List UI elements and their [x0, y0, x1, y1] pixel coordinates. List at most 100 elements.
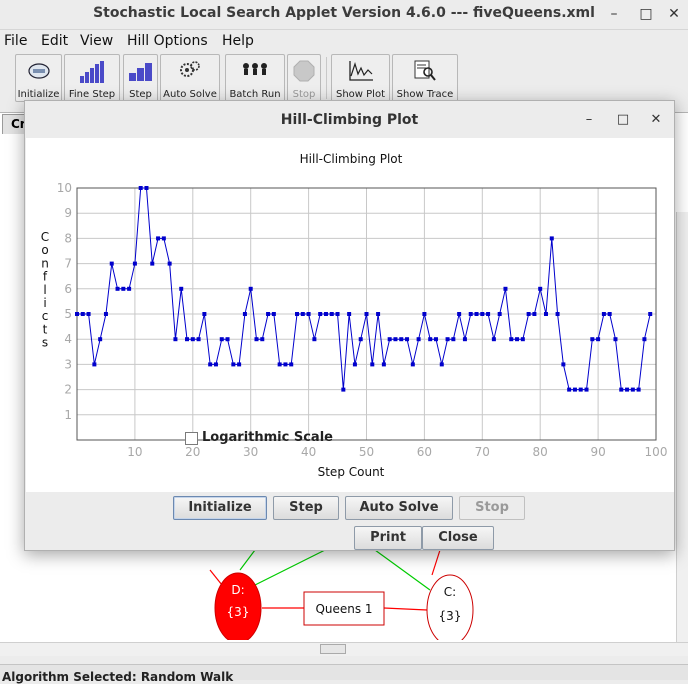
menu-help[interactable]: Help: [222, 33, 254, 49]
y-tick-label: 7: [64, 257, 72, 271]
data-point: [486, 312, 491, 316]
y-tick-label: 8: [64, 231, 72, 245]
auto-solve-tool-button[interactable]: Auto Solve: [160, 54, 220, 102]
x-tick-label: 30: [243, 445, 258, 459]
data-point: [312, 337, 317, 342]
x-tick-label: 10: [127, 445, 142, 459]
y-tick-label: 2: [64, 383, 72, 397]
y-label-letter: n: [41, 256, 49, 270]
auto-solve-button[interactable]: Auto Solve: [345, 496, 453, 520]
x-tick-label: 80: [533, 445, 548, 459]
initialize-button[interactable]: Initialize: [173, 496, 267, 520]
close-icon[interactable]: ✕: [664, 4, 684, 24]
minimize-icon[interactable]: –: [604, 4, 624, 24]
step-icon: [128, 63, 152, 81]
data-point: [428, 337, 433, 342]
data-point: [242, 312, 247, 316]
menu-bar: File Edit View Hill Options Help: [0, 31, 688, 53]
data-point: [329, 312, 334, 316]
data-point: [532, 312, 537, 316]
data-point: [613, 337, 618, 342]
stop-button[interactable]: Stop: [459, 496, 525, 520]
y-label-letter: i: [43, 296, 46, 310]
data-point: [306, 312, 311, 316]
data-point: [538, 286, 543, 291]
initialize-icon: [27, 63, 50, 79]
dialog-maximize-icon[interactable]: □: [612, 109, 634, 131]
dialog-title: Hill-Climbing Plot: [280, 112, 419, 128]
menu-edit[interactable]: Edit: [41, 33, 68, 49]
graph-edge: [383, 607, 428, 611]
y-label-letter: o: [41, 243, 48, 257]
data-point: [347, 312, 352, 316]
data-point: [173, 337, 178, 342]
dialog-close-icon[interactable]: ✕: [645, 109, 667, 131]
data-point: [561, 362, 566, 367]
logarithmic-scale-checkbox[interactable]: [185, 432, 198, 445]
data-point: [196, 337, 201, 342]
menu-view[interactable]: View: [80, 33, 113, 49]
data-point: [381, 362, 386, 367]
y-tick-label: 1: [64, 408, 72, 422]
data-point: [144, 186, 149, 190]
data-point: [439, 362, 444, 367]
step-tool-button[interactable]: Step: [123, 54, 158, 102]
graph-edge: [254, 549, 326, 586]
data-point: [127, 286, 132, 291]
stop-tool-button[interactable]: Stop: [287, 54, 321, 102]
chart-ticks: 10 20 30 40 50 60 70 80 90 100 1 2 3 4 5 6 7 8 9 10: [57, 181, 668, 459]
show-trace-tool-button[interactable]: Show Trace: [392, 54, 458, 102]
initialize-tool-button[interactable]: Initialize: [15, 54, 62, 102]
data-point: [208, 362, 213, 367]
fine-step-tool-button[interactable]: Fine Step: [64, 54, 120, 102]
data-point: [318, 312, 323, 316]
data-point: [457, 312, 462, 316]
data-point: [289, 362, 294, 367]
data-point: [625, 387, 630, 392]
data-point: [555, 312, 560, 316]
data-point: [341, 387, 346, 392]
data-point: [323, 312, 328, 316]
step-button[interactable]: Step: [273, 496, 339, 520]
dialog-minimize-icon[interactable]: –: [578, 109, 600, 131]
data-point: [578, 387, 583, 392]
data-point: [515, 337, 520, 342]
vertical-scrollbar[interactable]: [676, 212, 688, 642]
show-plot-tool-button[interactable]: Show Plot: [331, 54, 390, 102]
data-point: [103, 312, 108, 316]
maximize-icon[interactable]: □: [636, 4, 656, 24]
menu-hill-options[interactable]: Hill Options: [127, 33, 208, 49]
data-point: [352, 362, 357, 367]
data-point: [358, 337, 363, 342]
data-point: [474, 312, 479, 316]
node-d-name: D:: [231, 583, 244, 597]
y-tick-label: 6: [64, 282, 72, 296]
scrollbar-thumb[interactable]: [320, 644, 346, 654]
data-point: [300, 312, 305, 316]
stop-icon: [293, 60, 315, 82]
close-button[interactable]: Close: [422, 526, 494, 550]
toolbar: Initialize Fine Step Step Auto Solve Bat…: [0, 53, 688, 103]
plot-panel: Hill-Climbing Plot 10 20 30 40 50 60 70 80 90 100…: [26, 138, 674, 492]
logarithmic-scale-label[interactable]: Logarithmic Scale: [202, 430, 333, 445]
dialog-titlebar[interactable]: Hill-Climbing Plot – □ ✕: [25, 101, 674, 137]
x-tick-label: 60: [417, 445, 432, 459]
data-point: [491, 337, 496, 342]
data-point: [213, 362, 218, 367]
menu-file[interactable]: File: [4, 33, 27, 49]
y-tick-label: 4: [64, 332, 72, 346]
y-label-letter: f: [43, 270, 48, 284]
data-point: [271, 312, 276, 316]
data-point: [167, 261, 172, 266]
x-tick-label: 20: [185, 445, 200, 459]
node-c-domain: {3}: [439, 609, 462, 623]
data-point: [109, 261, 114, 266]
print-button[interactable]: Print: [354, 526, 422, 550]
data-point: [619, 387, 624, 392]
show-trace-icon: [414, 60, 436, 81]
data-point: [190, 337, 195, 342]
graph-edge: [431, 549, 441, 576]
fine-step-icon: [80, 61, 104, 83]
batch-run-icon: [243, 63, 267, 75]
batch-run-tool-button[interactable]: Batch Run: [225, 54, 285, 102]
